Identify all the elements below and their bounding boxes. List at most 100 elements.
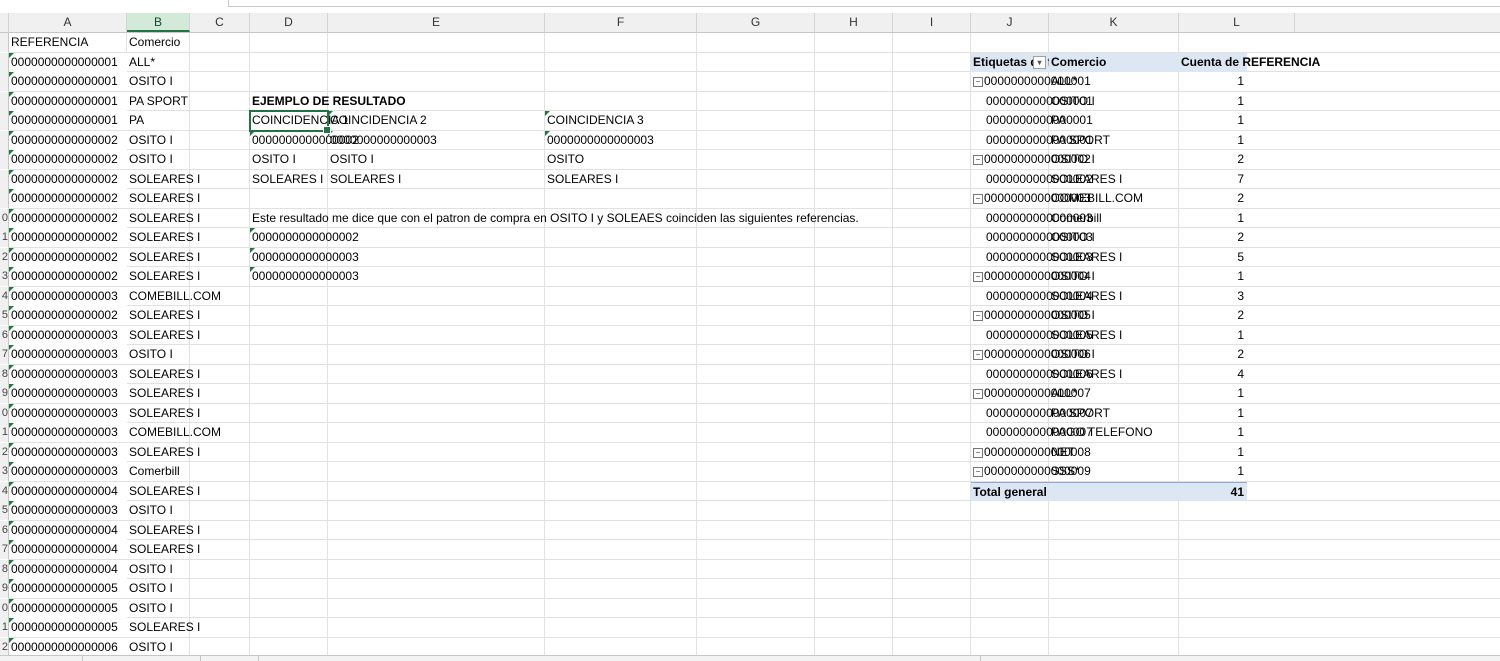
worksheet-grid[interactable]: 0 1 2 3 4 5 6 7 8 9 0 1 2 3 4 5 6 7 8 9 0 1 2 REFERENCIA Comerci… xyxy=(0,33,1500,655)
row-header[interactable]: 9 xyxy=(0,384,9,403)
pivot-comercio[interactable]: SOLEARES I xyxy=(1049,326,1179,345)
referencia-cell[interactable]: 0000000000000003 xyxy=(9,423,127,442)
pivot-count[interactable]: 1 xyxy=(1179,443,1247,462)
pivot-count[interactable]: 5 xyxy=(1179,248,1247,267)
pivot-group-row[interactable]: −0000000000000005 xyxy=(971,306,1091,325)
pivot-count[interactable]: 2 xyxy=(1179,150,1247,169)
referencia-cell[interactable]: 0000000000000004 xyxy=(9,481,127,501)
referencia-cell[interactable]: 0000000000000003 xyxy=(9,462,127,481)
comercio-cell[interactable]: OSITO I xyxy=(127,560,190,579)
pivot-sub-row[interactable]: 0000000000000001 xyxy=(971,92,1093,111)
example-title[interactable]: EJEMPLO DE RESULTADO xyxy=(250,92,406,111)
pivot-sub-row[interactable]: 0000000000000003 xyxy=(971,228,1093,247)
referencia-cell[interactable]: 0000000000000003 xyxy=(9,325,127,345)
row-header[interactable]: 7 xyxy=(0,540,9,559)
pivot-comercio[interactable]: SOLEARES I xyxy=(1049,170,1179,189)
matched-reference[interactable]: 0000000000000003 xyxy=(250,247,359,267)
comercio-cell[interactable]: OSITO I xyxy=(127,131,190,150)
column-header-l[interactable]: L xyxy=(1179,13,1295,32)
pivot-count[interactable]: 1 xyxy=(1179,72,1247,91)
row-header[interactable]: 3 xyxy=(0,462,9,481)
referencia-cell[interactable]: 0000000000000002 xyxy=(9,130,127,150)
row-header[interactable] xyxy=(0,33,9,52)
row-header[interactable]: 9 xyxy=(0,579,9,598)
pivot-group-row[interactable]: −0000000000000002 xyxy=(971,150,1091,169)
referencia-cell[interactable]: 0000000000000006 xyxy=(9,637,127,655)
row-header[interactable]: 0 xyxy=(0,208,9,228)
pivot-count[interactable]: 1 xyxy=(1179,209,1247,228)
pivot-comercio[interactable]: OSITO I xyxy=(1049,150,1179,169)
column-header-b[interactable]: B xyxy=(127,13,190,32)
collapse-icon[interactable]: − xyxy=(973,272,983,282)
coincidencia-value[interactable]: 0000000000000003 xyxy=(328,130,545,150)
referencia-cell[interactable]: 0000000000000004 xyxy=(9,559,127,579)
referencia-cell[interactable]: 0000000000000001 xyxy=(9,111,127,130)
row-header[interactable] xyxy=(0,150,9,169)
pivot-comercio[interactable]: OSITO I xyxy=(1049,228,1179,247)
row-header[interactable]: 4 xyxy=(0,481,9,501)
pivot-sub-row[interactable]: 0000000000000007 xyxy=(971,404,1093,423)
row-header[interactable]: 2 xyxy=(0,247,9,267)
comercio-cell[interactable]: SOLEARES I xyxy=(127,209,200,228)
row-header[interactable]: 1 xyxy=(0,228,9,247)
pivot-comercio[interactable]: SSS* xyxy=(1049,462,1179,481)
select-all-corner[interactable] xyxy=(0,13,9,32)
referencia-cell[interactable]: 0000000000000001 xyxy=(9,72,127,91)
matched-reference[interactable]: 0000000000000003 xyxy=(250,267,359,286)
comercio-cell[interactable]: SOLEARES I xyxy=(127,540,200,559)
referencia-cell[interactable]: 0000000000000002 xyxy=(9,189,127,208)
row-header[interactable]: 2 xyxy=(0,637,9,655)
filter-dropdown-icon[interactable]: ▾ xyxy=(1033,55,1046,69)
coincidencia-value[interactable]: OSITO I xyxy=(250,150,328,169)
pivot-count[interactable]: 1 xyxy=(1179,267,1247,286)
coincidencia-value[interactable]: 0000000000000002 xyxy=(250,130,359,150)
referencia-cell[interactable]: 0000000000000003 xyxy=(9,403,127,423)
comercio-cell[interactable]: OSITO I xyxy=(127,501,190,520)
referencia-cell[interactable]: 0000000000000005 xyxy=(9,618,127,637)
row-header[interactable] xyxy=(0,189,9,208)
pivot-count[interactable]: 1 xyxy=(1179,111,1247,130)
column-header-a[interactable]: A xyxy=(9,13,127,32)
row-header[interactable]: 6 xyxy=(0,520,9,540)
pivot-comercio[interactable]: SOLEARES I xyxy=(1049,287,1179,306)
coincidencia-header[interactable]: COINCIDENCIA 1 xyxy=(250,111,349,130)
comercio-cell[interactable]: SOLEARES I xyxy=(127,228,200,247)
referencia-cell[interactable]: 0000000000000002 xyxy=(9,208,127,228)
row-header[interactable]: 7 xyxy=(0,345,9,364)
referencia-cell[interactable]: 0000000000000001 xyxy=(9,52,127,72)
collapse-icon[interactable]: − xyxy=(973,311,983,321)
comercio-cell[interactable]: OSITO I xyxy=(127,638,190,656)
comercio-cell[interactable]: SOLEARES I xyxy=(127,482,200,501)
pivot-comercio[interactable]: COMEBILL.COM xyxy=(1049,189,1179,208)
pivot-comercio[interactable]: Comerbill xyxy=(1049,209,1179,228)
pivot-count[interactable]: 1 xyxy=(1179,326,1247,345)
coincidencia-header[interactable]: COINCIDENCIA 3 xyxy=(545,111,697,130)
comercio-cell[interactable]: SOLEARES I xyxy=(127,443,200,462)
coincidencia-value[interactable]: 0000000000000003 xyxy=(545,130,697,150)
pivot-comercio[interactable]: OSITO I xyxy=(1049,306,1179,325)
comercio-cell[interactable]: SOLEARES I xyxy=(127,618,200,637)
pivot-sub-row[interactable]: 0000000000000001 xyxy=(971,111,1093,130)
referencia-cell[interactable]: 0000000000000005 xyxy=(9,579,127,598)
column-header-j[interactable]: J xyxy=(971,13,1049,32)
referencia-cell[interactable]: 0000000000000003 xyxy=(9,286,127,306)
referencia-cell[interactable]: 0000000000000002 xyxy=(9,267,127,286)
row-header[interactable]: 5 xyxy=(0,501,9,520)
pivot-comercio[interactable]: ALL* xyxy=(1049,384,1179,403)
column-header-g[interactable]: G xyxy=(697,13,815,32)
pivot-count-header[interactable]: Cuenta de REFERENCIA xyxy=(1179,52,1320,72)
pivot-sub-row[interactable]: 0000000000000003 xyxy=(971,209,1093,228)
referencia-cell[interactable]: 0000000000000001 xyxy=(9,91,127,111)
row-header[interactable]: 1 xyxy=(0,618,9,637)
collapse-icon[interactable]: − xyxy=(973,155,983,165)
column-header-h[interactable]: H xyxy=(815,13,893,32)
coincidencia-value[interactable]: SOLEARES I xyxy=(545,170,697,189)
pivot-comercio-header[interactable]: Comercio xyxy=(1049,52,1179,72)
pivot-count[interactable]: 2 xyxy=(1179,345,1247,364)
pivot-count[interactable]: 1 xyxy=(1179,462,1247,481)
comercio-cell[interactable]: SOLEARES I xyxy=(127,384,200,403)
pivot-group-row[interactable]: −0000000000000001 xyxy=(971,72,1091,91)
row-header[interactable] xyxy=(0,111,9,130)
referencia-cell[interactable]: 0000000000000002 xyxy=(9,306,127,325)
pivot-count[interactable]: 2 xyxy=(1179,228,1247,247)
